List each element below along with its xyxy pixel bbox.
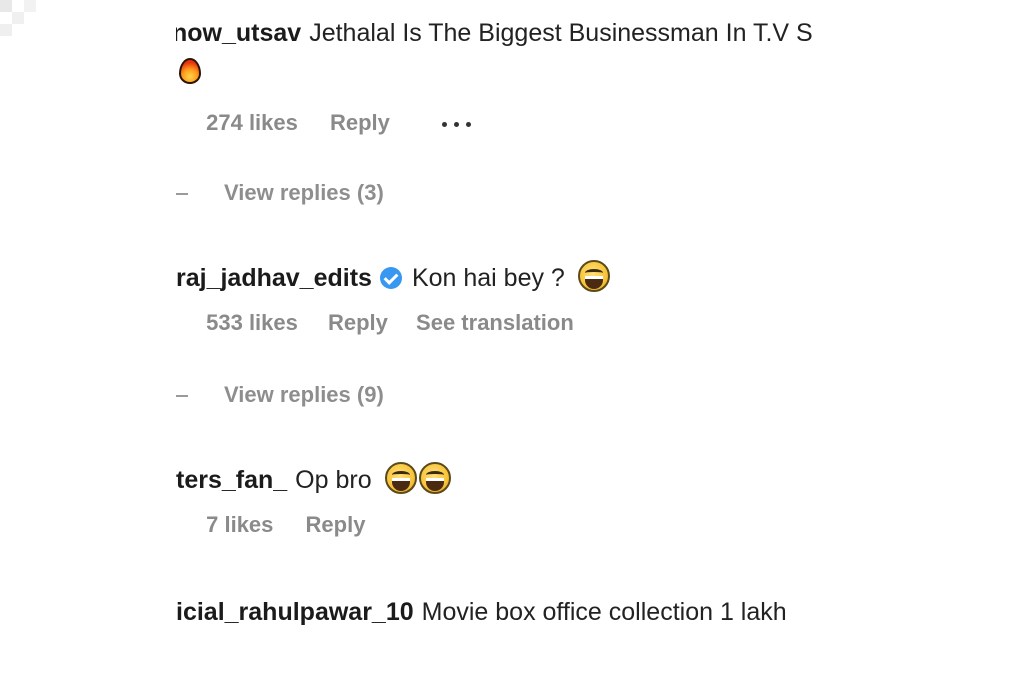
comment-username[interactable]: raj_jadhav_edits xyxy=(176,264,372,292)
laughing-emoji-icon xyxy=(577,260,610,292)
likes-count[interactable]: 533 likes xyxy=(206,310,298,336)
likes-count[interactable]: 7 likes xyxy=(206,512,273,538)
view-replies-label: View replies (3) xyxy=(224,180,384,205)
comment-item: icial_rahulpawar_10 Movie box office coll… xyxy=(176,597,846,627)
reply-button[interactable]: Reply xyxy=(306,512,366,538)
comment-text: Kon hai bey ? xyxy=(411,264,565,292)
more-options-icon[interactable] xyxy=(440,119,474,129)
comment-text: Op bro xyxy=(295,466,372,494)
reply-button[interactable]: Reply xyxy=(330,110,390,136)
comment-text: Movie box office collection 1 lakh xyxy=(421,598,787,626)
comment-meta: 7 likes Reply xyxy=(176,512,365,538)
dash-icon xyxy=(176,395,188,398)
view-replies-label: View replies (9) xyxy=(224,382,384,407)
comment-meta: 533 likes Reply See translation xyxy=(176,310,574,336)
laughing-emoji-icon xyxy=(384,462,417,494)
laughing-emoji-icon xyxy=(418,462,451,494)
verified-badge-icon xyxy=(379,267,402,289)
corner-artifact xyxy=(0,0,40,40)
comment-line: raj_jadhav_edits Kon hai bey ? xyxy=(176,260,846,293)
view-replies-button[interactable]: View replies (3) xyxy=(176,180,384,206)
comment-line: icial_rahulpawar_10 Movie box office coll… xyxy=(176,597,846,627)
comments-panel: now_utsav Jethalal Is The Biggest Busines… xyxy=(176,0,846,683)
likes-count[interactable]: 274 likes xyxy=(206,110,298,136)
comment-meta: 274 likes Reply xyxy=(176,110,474,136)
view-replies-button[interactable]: View replies (9) xyxy=(176,382,384,408)
comment-line: ters_fan_ Op bro xyxy=(176,462,846,495)
dash-icon xyxy=(176,193,188,196)
fire-emoji-icon xyxy=(178,56,202,91)
comment-item: ters_fan_ Op bro 7 likes Reply xyxy=(176,462,846,537)
comment-text: Jethalal Is The Biggest Businessman In T… xyxy=(309,19,813,47)
comment-username[interactable]: icial_rahulpawar_10 xyxy=(176,598,414,626)
comment-line: now_utsav Jethalal Is The Biggest Busines… xyxy=(176,18,846,48)
comment-username[interactable]: now_utsav xyxy=(176,19,301,47)
comment-item: now_utsav Jethalal Is The Biggest Busines… xyxy=(176,18,846,205)
comment-item: raj_jadhav_edits Kon hai bey ? 533 likes … xyxy=(176,260,846,407)
comment-username[interactable]: ters_fan_ xyxy=(176,466,287,494)
see-translation-button[interactable]: See translation xyxy=(416,310,574,336)
reply-button[interactable]: Reply xyxy=(328,310,388,336)
